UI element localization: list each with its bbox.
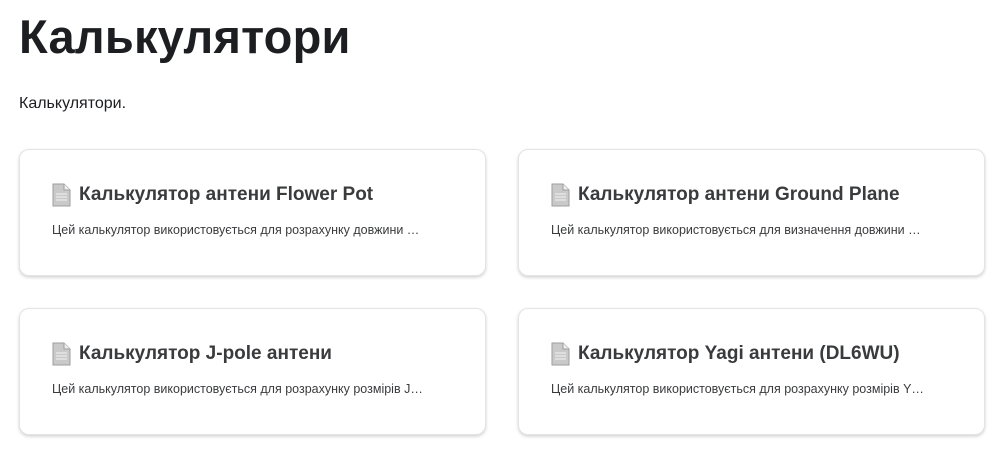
card-yagi-calculator[interactable]: Калькулятор Yagi антени (DL6WU) Цей каль… (518, 308, 985, 435)
card-title[interactable]: Калькулятор J-pole антени (52, 341, 453, 367)
calculator-card-grid: Калькулятор антени Flower Pot Цей кальку… (19, 149, 985, 435)
card-title-text: Калькулятор J-pole антени (79, 343, 332, 364)
card-description: Цей калькулятор використовується для виз… (551, 223, 921, 237)
document-icon (52, 342, 71, 366)
page-title: Калькулятори (19, 10, 351, 63)
card-title[interactable]: Калькулятор антени Ground Plane (551, 182, 952, 208)
card-j-pole-calculator[interactable]: Калькулятор J-pole антени Цей калькулято… (19, 308, 486, 435)
card-description: Цей калькулятор використовується для роз… (551, 382, 924, 396)
card-title-text: Калькулятор антени Ground Plane (578, 184, 900, 205)
card-flower-pot-calculator[interactable]: Калькулятор антени Flower Pot Цей кальку… (19, 149, 486, 276)
card-title[interactable]: Калькулятор Yagi антени (DL6WU) (551, 341, 952, 367)
card-description: Цей калькулятор використовується для роз… (52, 382, 423, 396)
document-icon (551, 183, 570, 207)
document-icon (52, 183, 71, 207)
card-title[interactable]: Калькулятор антени Flower Pot (52, 182, 453, 208)
card-description: Цей калькулятор використовується для роз… (52, 223, 420, 237)
card-title-text: Калькулятор Yagi антени (DL6WU) (578, 343, 900, 364)
card-ground-plane-calculator[interactable]: Калькулятор антени Ground Plane Цей каль… (518, 149, 985, 276)
document-icon (551, 342, 570, 366)
page-description: Калькулятори. (19, 95, 127, 112)
card-title-text: Калькулятор антени Flower Pot (79, 184, 374, 205)
